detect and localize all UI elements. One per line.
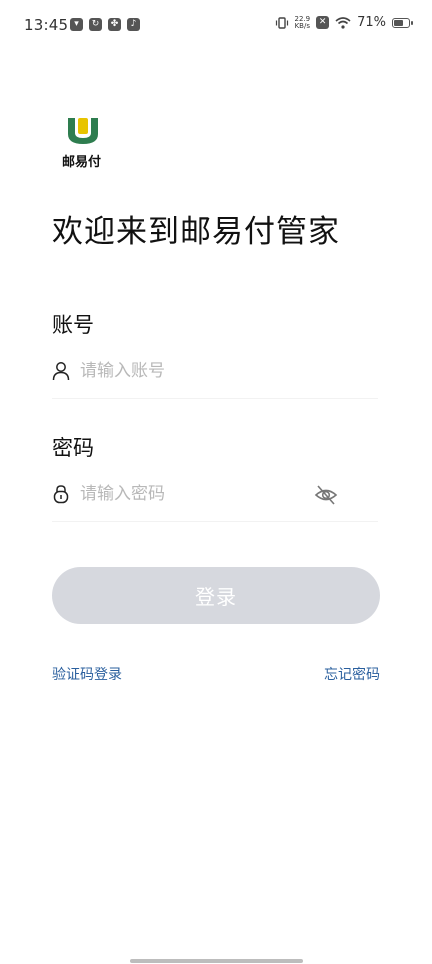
status-bar: 13:45 ▾ ↻ ✤ ♪ 22.9 KB/s ✕ 71% [0, 0, 432, 52]
wifi-icon [335, 16, 351, 29]
eye-off-icon[interactable] [314, 484, 338, 506]
welcome-title: 欢迎来到邮易付管家 [52, 214, 340, 250]
account-input[interactable] [80, 357, 310, 385]
status-time: 13:45 [24, 16, 69, 34]
lock-icon [53, 485, 69, 504]
vibrate-icon [275, 16, 288, 29]
sim-off-icon: ✕ [316, 16, 330, 29]
notification-icons: ▾ ↻ ✤ ♪ [70, 18, 140, 31]
battery-percent: 71% [357, 15, 386, 30]
login-screen: 13:45 ▾ ↻ ✤ ♪ 22.9 KB/s ✕ 71% 邮易付 欢迎来到邮易… [0, 0, 432, 964]
app-logo: 邮易付 [62, 116, 106, 170]
sms-login-link[interactable]: 验证码登录 [52, 664, 122, 684]
app-notification-icon: ▾ [70, 18, 83, 31]
net-speed-unit: KB/s [294, 21, 310, 30]
system-icons: 22.9 KB/s ✕ 71% [275, 15, 413, 30]
tiktok-icon: ♪ [127, 18, 140, 31]
logo-text: 邮易付 [62, 155, 102, 170]
battery-fill [394, 19, 403, 26]
logo-icon [68, 118, 98, 144]
net-speed: 22.9 KB/s [294, 15, 311, 30]
password-label: 密码 [52, 436, 94, 460]
home-indicator[interactable] [130, 959, 303, 963]
forgot-password-link[interactable]: 忘记密码 [324, 664, 380, 684]
login-button[interactable]: 登录 [52, 567, 380, 624]
account-label: 账号 [52, 313, 94, 337]
battery-icon [392, 17, 413, 28]
refresh-app-icon: ↻ [89, 18, 102, 31]
user-icon [52, 362, 70, 381]
account-field [52, 347, 378, 399]
password-input[interactable] [80, 480, 310, 508]
password-field [52, 470, 378, 522]
pinwheel-app-icon: ✤ [108, 18, 121, 31]
